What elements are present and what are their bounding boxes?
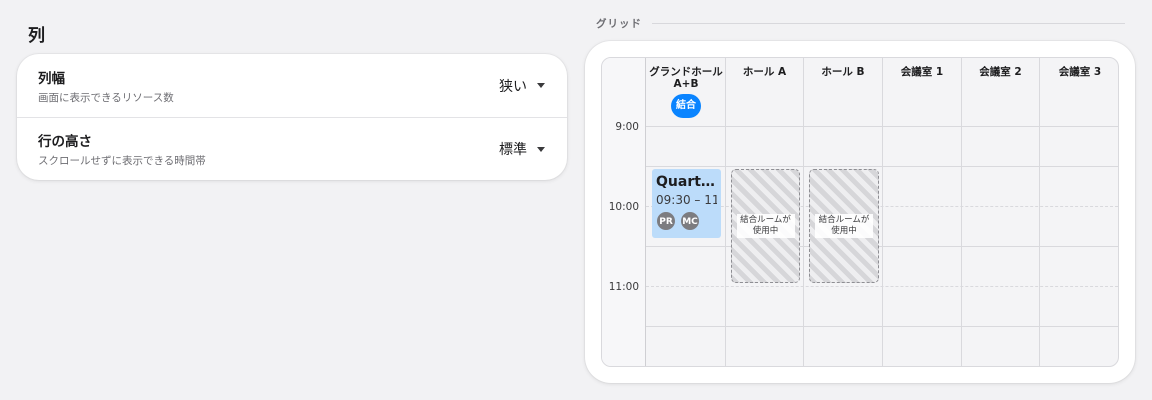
grid-line	[646, 126, 1118, 127]
select-value: 狭い	[499, 78, 527, 95]
avatar: PR	[656, 211, 676, 231]
blocked-slot-hall-a: 結合ルームが使用中	[731, 169, 800, 283]
setting-description: 画面に表示できるリソース数	[38, 91, 174, 104]
resource-header: グランドホール A+B 結合	[647, 58, 725, 126]
setting-row-column-width[interactable]: 列幅 画面に表示できるリソース数 狭い	[17, 54, 567, 117]
column-width-select[interactable]: 狭い	[499, 76, 545, 96]
resource-header: ホール A	[742, 66, 787, 78]
setting-description: スクロールせずに表示できる時間帯	[38, 155, 206, 167]
time-label: 10:00	[608, 201, 639, 213]
select-value: 標準	[499, 142, 527, 158]
avatar: MC	[680, 211, 700, 231]
grid-line	[646, 326, 1118, 327]
chevron-down-icon	[537, 83, 545, 88]
settings-card: 列幅 画面に表示できるリソース数 狭い 行の高さ スクロールせずに表示できる時間…	[17, 54, 567, 180]
resource-header: 会議室 2	[979, 66, 1022, 78]
section-heading-grid: グリッド	[596, 18, 642, 30]
time-label: 11:00	[608, 281, 639, 293]
setting-row-row-height[interactable]: 行の高さ スクロールせずに表示できる時間帯 標準	[17, 117, 567, 180]
resource-header: 会議室 1	[900, 66, 944, 78]
calendar-event[interactable]: Quart… 09:30 – 11: PR MC	[652, 169, 721, 238]
section-title-columns: 列	[28, 26, 45, 46]
blocked-slot-hall-b: 結合ルームが使用中	[809, 169, 879, 283]
event-title: Quart…	[656, 174, 715, 190]
blocked-label: 結合ルームが使用中	[815, 214, 873, 238]
row-height-select[interactable]: 標準	[499, 139, 545, 159]
event-time: 09:30 – 11:	[656, 193, 717, 207]
grid-line	[646, 166, 1118, 167]
merged-badge: 結合	[671, 94, 701, 118]
setting-label: 列幅	[38, 70, 65, 87]
grid-preview-card: 9:00 10:00 11:00 グランドホール A+B 結合 ホール A ホー…	[585, 41, 1135, 383]
grid-line-half-hour	[646, 286, 1118, 287]
heading-divider	[652, 23, 1125, 24]
setting-texts: 列幅 画面に表示できるリソース数	[38, 67, 174, 105]
setting-texts: 行の高さ スクロールせずに表示できる時間帯	[38, 130, 206, 168]
time-label: 9:00	[615, 121, 639, 133]
resource-header: ホール B	[821, 66, 865, 78]
grid-line	[646, 246, 1118, 247]
resource-header: 会議室 3	[1058, 66, 1102, 78]
event-attendees: PR MC	[656, 211, 717, 231]
blocked-label: 結合ルームが使用中	[736, 214, 795, 238]
time-gutter: 9:00 10:00 11:00	[602, 58, 646, 366]
resource-name: グランドホール A+B	[649, 66, 723, 90]
resource-calendar: 9:00 10:00 11:00 グランドホール A+B 結合 ホール A ホー…	[601, 57, 1119, 367]
resource-column-room-2[interactable]: 会議室 2	[962, 58, 1040, 366]
chevron-down-icon	[537, 146, 545, 152]
resource-column-room-3[interactable]: 会議室 3	[1040, 58, 1118, 366]
setting-label: 行の高さ	[38, 134, 92, 150]
resource-column-room-1[interactable]: 会議室 1	[883, 58, 962, 366]
